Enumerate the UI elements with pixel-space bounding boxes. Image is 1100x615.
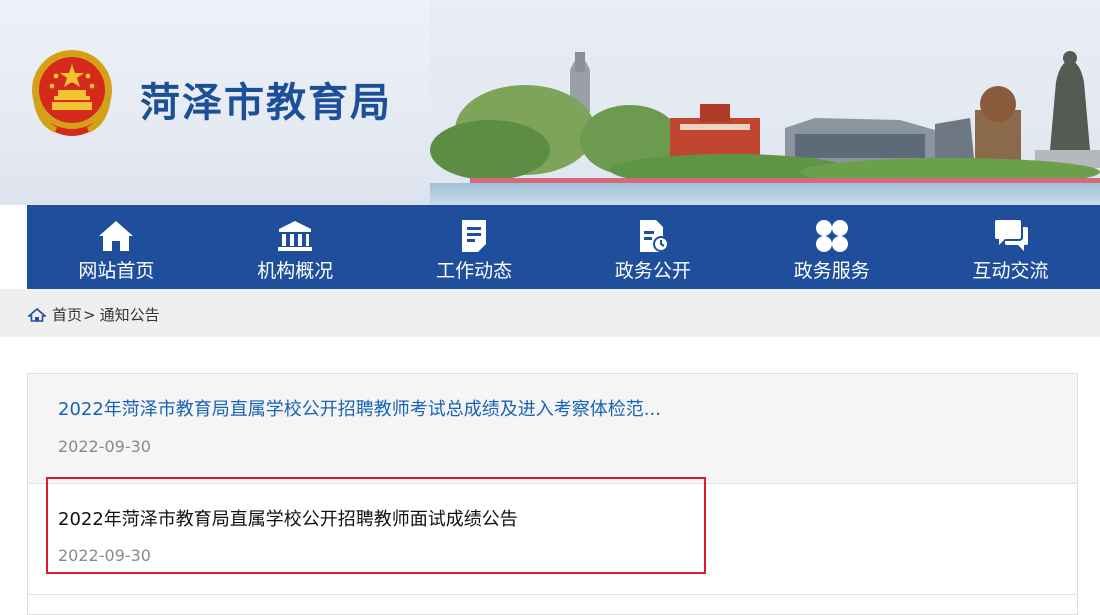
- nav-item-interaction[interactable]: 互动交流: [921, 205, 1100, 289]
- city-landscape-banner: [430, 0, 1100, 205]
- breadcrumb-current: 通知公告: [99, 306, 160, 324]
- notice-list: 2022年菏泽市教育局直属学校公开招聘教师考试总成绩及进入考察体检范... 20…: [27, 373, 1078, 615]
- notice-title-link[interactable]: 2022年菏泽市教育局直属学校公开招聘教师考试总成绩及进入考察体检范...: [58, 395, 661, 421]
- notice-title-link[interactable]: 2022年菏泽市教育局直属学校公开招聘教师面试成绩公告: [58, 505, 518, 531]
- nav-label: 互动交流: [972, 260, 1049, 282]
- list-item[interactable]: 2022年菏泽市教育局直属学校公开招聘教师面试成绩公告 2022-09-30: [28, 484, 1077, 595]
- nav-item-work-news[interactable]: 工作动态: [385, 205, 564, 289]
- notice-date: 2022-09-30: [58, 546, 151, 565]
- document-icon: [455, 218, 493, 254]
- site-header: 菏泽市教育局: [0, 0, 1100, 205]
- grid-icon: [813, 218, 851, 254]
- home-outline-icon: [28, 307, 46, 322]
- nav-item-gov-open[interactable]: 政务公开: [563, 205, 742, 289]
- institution-icon: [276, 218, 314, 254]
- file-open-icon: [634, 218, 672, 254]
- breadcrumb-home-link[interactable]: 首页: [52, 304, 82, 325]
- nav-label: 工作动态: [436, 260, 513, 282]
- nav-label: 政务服务: [793, 260, 870, 282]
- home-icon: [97, 218, 135, 254]
- nav-label: 机构概况: [257, 260, 334, 282]
- nav-item-institution[interactable]: 机构概况: [206, 205, 385, 289]
- nav-item-gov-service[interactable]: 政务服务: [742, 205, 921, 289]
- breadcrumb: 首页 > 通知公告: [28, 304, 160, 325]
- breadcrumb-bar: 首页 > 通知公告: [0, 289, 1100, 337]
- nav-item-home[interactable]: 网站首页: [27, 205, 206, 289]
- main-nav: 网站首页 机构概况 工作动态 政务公开 政务服务 互动交流: [27, 205, 1100, 289]
- nav-label: 政务公开: [614, 260, 691, 282]
- nav-label: 网站首页: [78, 260, 155, 282]
- list-item[interactable]: 2022年菏泽市教育局直属学校公开招聘教师考试总成绩及进入考察体检范... 20…: [28, 374, 1077, 484]
- notice-date: 2022-09-30: [58, 437, 151, 456]
- national-emblem-icon: [32, 50, 112, 136]
- site-title: 菏泽市教育局: [140, 80, 392, 126]
- breadcrumb-separator: >: [83, 305, 96, 324]
- chat-icon: [992, 218, 1030, 254]
